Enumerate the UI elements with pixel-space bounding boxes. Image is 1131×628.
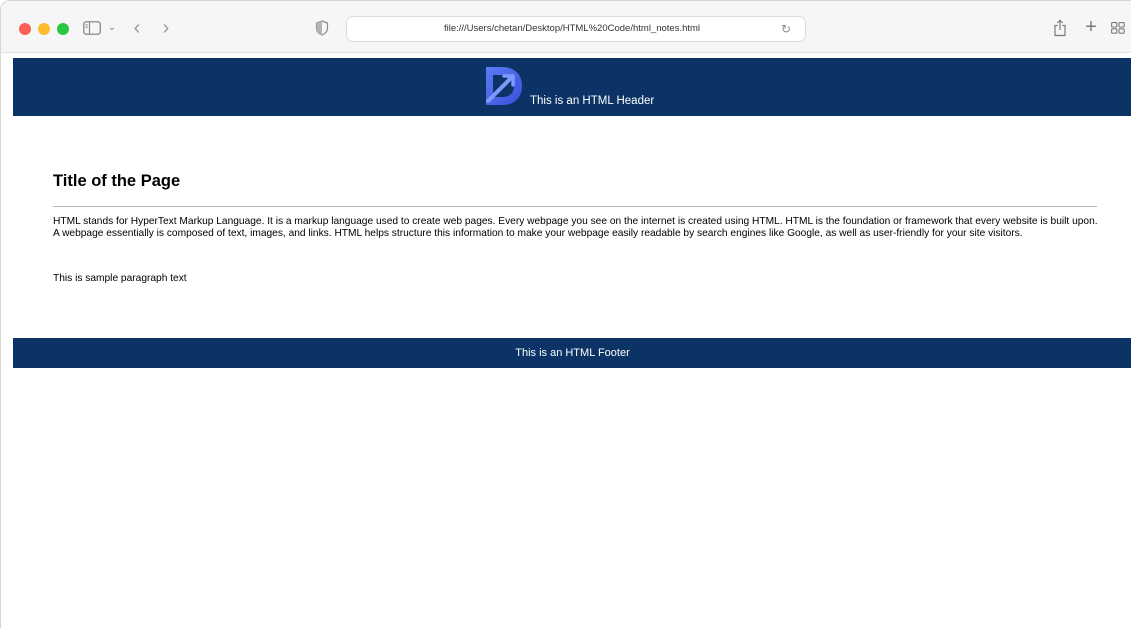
header-text: This is an HTML Header [530, 95, 655, 107]
paragraph: This is sample paragraph text [53, 273, 187, 284]
back-button[interactable]: ‹ [129, 18, 145, 38]
minimize-window-button[interactable] [38, 23, 50, 35]
chevron-down-icon[interactable]: ⌄ [105, 18, 119, 38]
browser-window: ⌄ ‹ › file:///Users/chetan/Desktop/HTML%… [0, 0, 1131, 628]
footer-text: This is an HTML Footer [515, 347, 630, 359]
web-page: This is an HTML Header Title of the Page… [13, 54, 1131, 628]
page-title: Title of the Page [53, 172, 181, 190]
sidebar-icon[interactable] [83, 18, 101, 38]
shield-icon[interactable] [315, 18, 331, 38]
address-bar[interactable]: file:///Users/chetan/Desktop/HTML%20Code… [346, 16, 806, 42]
site-footer: This is an HTML Footer [13, 338, 1131, 368]
new-tab-button[interactable]: + [1083, 17, 1099, 38]
forward-button[interactable]: › [158, 18, 174, 38]
browser-toolbar: ⌄ ‹ › file:///Users/chetan/Desktop/HTML%… [1, 1, 1131, 53]
reload-icon[interactable]: ↻ [781, 21, 795, 37]
url-text[interactable]: file:///Users/chetan/Desktop/HTML%20Code… [347, 17, 767, 41]
horizontal-rule [53, 206, 1097, 207]
grid-icon[interactable] [1111, 18, 1127, 38]
share-icon[interactable] [1053, 18, 1069, 38]
logo-icon [484, 65, 524, 107]
paragraph: HTML stands for HyperText Markup Languag… [53, 216, 1098, 239]
close-window-button[interactable] [19, 23, 31, 35]
zoom-window-button[interactable] [57, 23, 69, 35]
site-header: This is an HTML Header [13, 58, 1131, 116]
